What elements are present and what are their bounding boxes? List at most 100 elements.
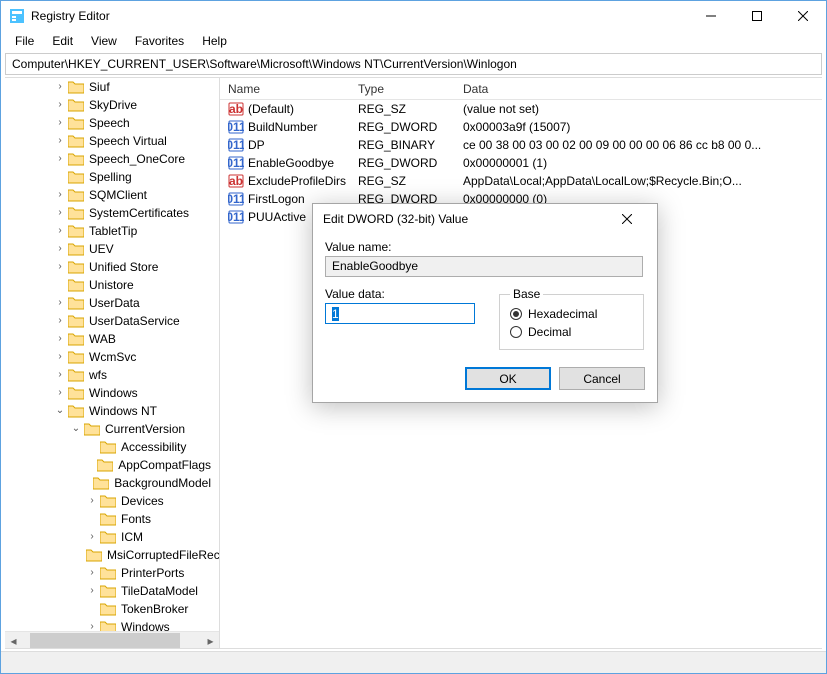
registry-tree[interactable]: ›Siuf›SkyDrive›Speech›Speech Virtual›Spe…: [5, 78, 219, 648]
folder-icon: [100, 440, 116, 454]
chevron-right-icon[interactable]: ›: [53, 80, 67, 94]
list-row[interactable]: abExcludeProfileDirsREG_SZAppData\Local;…: [220, 172, 822, 190]
tree-item[interactable]: ›UserDataService: [5, 312, 219, 330]
tree-item[interactable]: Unistore: [5, 276, 219, 294]
folder-icon: [68, 116, 84, 130]
tree-item[interactable]: ›ICM: [5, 528, 219, 546]
tree-item[interactable]: ›Siuf: [5, 78, 219, 96]
folder-icon: [100, 530, 116, 544]
value-type: REG_BINARY: [350, 138, 455, 152]
minimize-button[interactable]: [688, 1, 734, 31]
tree-item[interactable]: ›SystemCertificates: [5, 204, 219, 222]
chevron-down-icon[interactable]: ⌄: [69, 422, 83, 436]
chevron-right-icon[interactable]: ›: [85, 584, 99, 598]
maximize-button[interactable]: [734, 1, 780, 31]
tree-item[interactable]: BackgroundModel: [5, 474, 219, 492]
tree-item-label: Devices: [119, 494, 166, 508]
tree-item-label: CurrentVersion: [103, 422, 187, 436]
menu-help[interactable]: Help: [194, 32, 235, 50]
chevron-right-icon[interactable]: ›: [85, 530, 99, 544]
close-button[interactable]: [780, 1, 826, 31]
menu-file[interactable]: File: [7, 32, 42, 50]
folder-icon: [68, 386, 84, 400]
list-header: Name Type Data: [220, 78, 822, 100]
tree-item[interactable]: ⌄ CurrentVersion: [5, 420, 219, 438]
scroll-thumb[interactable]: [30, 633, 180, 648]
svg-text:011: 011: [228, 192, 244, 206]
tree-item[interactable]: ›wfs: [5, 366, 219, 384]
tree-item-label: MsiCorruptedFileRecovery: [105, 548, 219, 562]
chevron-right-icon[interactable]: ›: [53, 152, 67, 166]
chevron-right-icon[interactable]: ›: [53, 296, 67, 310]
svg-text:011: 011: [228, 156, 244, 170]
list-row[interactable]: 011DPREG_BINARYce 00 38 00 03 00 02 00 0…: [220, 136, 822, 154]
tree-item[interactable]: ›Unified Store: [5, 258, 219, 276]
tree-item-label: TileDataModel: [119, 584, 200, 598]
chevron-right-icon[interactable]: ›: [53, 386, 67, 400]
address-bar[interactable]: [5, 53, 822, 75]
value-name: FirstLogon: [248, 192, 305, 206]
tree-item[interactable]: ›WcmSvc: [5, 348, 219, 366]
list-row[interactable]: 011BuildNumberREG_DWORD0x00003a9f (15007…: [220, 118, 822, 136]
chevron-right-icon[interactable]: ›: [53, 206, 67, 220]
address-input[interactable]: [10, 56, 817, 72]
tree-item[interactable]: Fonts: [5, 510, 219, 528]
chevron-down-icon[interactable]: ⌄: [53, 404, 67, 418]
ok-button[interactable]: OK: [465, 367, 551, 390]
tree-item[interactable]: ›PrinterPorts: [5, 564, 219, 582]
radio-decimal[interactable]: Decimal: [510, 323, 633, 341]
tree-item[interactable]: ⌄Windows NT: [5, 402, 219, 420]
chevron-right-icon[interactable]: ›: [53, 242, 67, 256]
tree-item[interactable]: ›SkyDrive: [5, 96, 219, 114]
chevron-right-icon[interactable]: ›: [53, 224, 67, 238]
tree-item[interactable]: › Speech: [5, 114, 219, 132]
tree-item[interactable]: ›Windows: [5, 384, 219, 402]
tree-item[interactable]: ›Speech Virtual: [5, 132, 219, 150]
column-name[interactable]: Name: [220, 82, 350, 96]
value-data-input[interactable]: [330, 306, 470, 322]
menu-view[interactable]: View: [83, 32, 125, 50]
chevron-right-icon[interactable]: ›: [53, 332, 67, 346]
tree-item[interactable]: › SQMClient: [5, 186, 219, 204]
scroll-right-icon[interactable]: ▸: [202, 632, 219, 648]
tree-item[interactable]: AppCompatFlags: [5, 456, 219, 474]
tree-item[interactable]: › WAB: [5, 330, 219, 348]
chevron-right-icon[interactable]: ›: [53, 368, 67, 382]
tree-item-label: WAB: [87, 332, 118, 346]
tree-item[interactable]: TokenBroker: [5, 600, 219, 618]
tree-item[interactable]: › Devices: [5, 492, 219, 510]
chevron-right-icon[interactable]: ›: [53, 98, 67, 112]
chevron-right-icon[interactable]: ›: [53, 188, 67, 202]
cancel-button[interactable]: Cancel: [559, 367, 645, 390]
radio-hexadecimal[interactable]: Hexadecimal: [510, 305, 633, 323]
tree-item[interactable]: ›Speech_OneCore: [5, 150, 219, 168]
tree-item[interactable]: ›UEV: [5, 240, 219, 258]
scroll-left-icon[interactable]: ◂: [5, 632, 22, 648]
binary-value-icon: 011: [228, 209, 244, 225]
chevron-right-icon[interactable]: ›: [85, 566, 99, 580]
chevron-right-icon[interactable]: ›: [53, 134, 67, 148]
tree-item-label: Speech: [87, 116, 132, 130]
column-data[interactable]: Data: [455, 82, 822, 96]
list-row[interactable]: ab(Default)REG_SZ(value not set): [220, 100, 822, 118]
dialog-close-button[interactable]: [607, 205, 647, 233]
tree-item[interactable]: MsiCorruptedFileRecovery: [5, 546, 219, 564]
menu-edit[interactable]: Edit: [44, 32, 81, 50]
tree-item[interactable]: Accessibility: [5, 438, 219, 456]
tree-item-label: SQMClient: [87, 188, 149, 202]
tree-item[interactable]: › TileDataModel: [5, 582, 219, 600]
tree-horizontal-scrollbar[interactable]: ◂ ▸: [5, 631, 219, 648]
binary-value-icon: 011: [228, 191, 244, 207]
column-type[interactable]: Type: [350, 82, 455, 96]
tree-item[interactable]: Spelling: [5, 168, 219, 186]
chevron-right-icon[interactable]: ›: [53, 260, 67, 274]
list-row[interactable]: 011EnableGoodbyeREG_DWORD0x00000001 (1): [220, 154, 822, 172]
chevron-right-icon[interactable]: ›: [53, 350, 67, 364]
folder-icon: [68, 368, 84, 382]
tree-item[interactable]: ›UserData: [5, 294, 219, 312]
menu-favorites[interactable]: Favorites: [127, 32, 192, 50]
chevron-right-icon[interactable]: ›: [53, 116, 67, 130]
chevron-right-icon[interactable]: ›: [53, 314, 67, 328]
chevron-right-icon[interactable]: ›: [85, 494, 99, 508]
tree-item[interactable]: ›TabletTip: [5, 222, 219, 240]
